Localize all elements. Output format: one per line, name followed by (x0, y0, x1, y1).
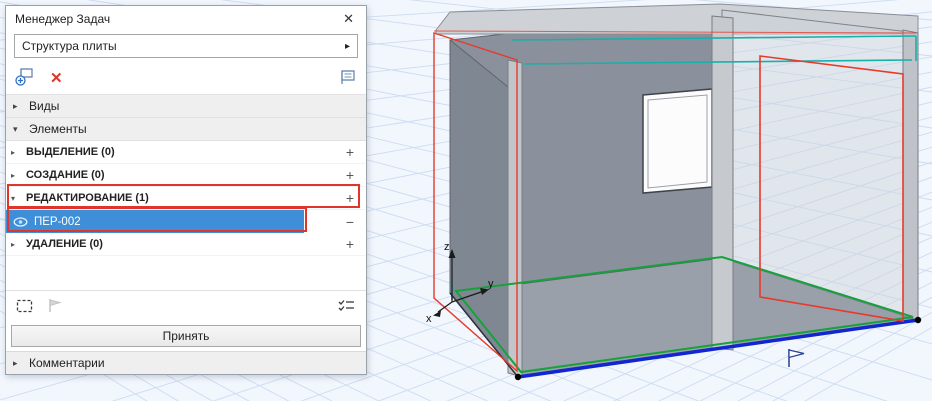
marquee-button[interactable] (16, 299, 33, 316)
chevron-down-icon: ▾ (13, 124, 22, 135)
panel-bottom-toolbar (6, 290, 366, 323)
task-type-icon (13, 216, 28, 228)
chevron-right-icon: ▸ (11, 171, 22, 180)
group-row-creation[interactable]: ▸ СОЗДАНИЕ (0) + (6, 164, 366, 187)
remove-minus-button[interactable]: − (343, 214, 357, 230)
axis-label-y: y (488, 278, 494, 290)
chevron-right-icon: ▸ (345, 41, 350, 52)
chevron-right-icon: ▸ (13, 358, 22, 369)
panel-title: Менеджер Задач (15, 12, 340, 26)
panel-titlebar: Менеджер Задач ✕ (6, 6, 366, 32)
left-front-post (508, 60, 522, 377)
group-row-selection[interactable]: ▸ ВЫДЕЛЕНИЕ (0) + (6, 141, 366, 164)
accept-button[interactable]: Принять (11, 325, 361, 347)
task-settings-icon (337, 68, 357, 86)
task-settings-button[interactable] (337, 68, 357, 89)
window-opening[interactable] (643, 89, 712, 193)
dropdown-value: Структура плиты (22, 39, 345, 53)
group-row-editing[interactable]: ▾ РЕДАКТИРОВАНИЕ (1) + (6, 187, 366, 210)
list-empty-area (6, 256, 366, 290)
task-row[interactable]: ПЕР-002 − (6, 210, 366, 233)
partition-post (712, 16, 733, 350)
vertex-dot[interactable] (515, 374, 521, 380)
section-label: Комментарии (29, 356, 105, 370)
marquee-icon (16, 299, 33, 313)
right-front-post (903, 30, 918, 320)
add-plus-button[interactable]: + (343, 144, 357, 160)
add-task-icon (15, 67, 35, 86)
section-views[interactable]: ▸ Виды (6, 95, 366, 118)
section-label: Виды (29, 99, 59, 113)
chevron-right-icon: ▸ (11, 148, 22, 157)
close-icon[interactable]: ✕ (340, 11, 357, 27)
model-room[interactable] (434, 4, 921, 380)
add-plus-button[interactable]: + (343, 167, 357, 183)
task-list: ▸ Виды ▾ Элементы ▸ ВЫДЕЛЕНИЕ (0) + ▸ СО… (6, 94, 366, 290)
list-settings-button[interactable] (337, 298, 356, 317)
task-label: ПЕР-002 (34, 216, 81, 228)
section-label: Элементы (29, 122, 87, 136)
axis-label-x: x (426, 313, 432, 325)
task-row-selected[interactable]: ПЕР-002 (6, 210, 304, 233)
panel-toolbar: ✕ (6, 62, 366, 94)
chevron-down-icon: ▾ (11, 194, 22, 203)
group-label: ВЫДЕЛЕНИЕ (0) (26, 146, 339, 158)
add-task-button[interactable] (15, 67, 35, 89)
group-label: УДАЛЕНИЕ (0) (26, 238, 339, 250)
pickup-flag-icon (46, 298, 64, 313)
vertex-dot[interactable] (915, 317, 921, 323)
add-plus-button[interactable]: + (343, 190, 357, 206)
pickup-button[interactable] (46, 298, 64, 316)
task-structure-dropdown[interactable]: Структура плиты ▸ (14, 34, 358, 58)
axis-label-z: z (444, 241, 450, 253)
section-comments[interactable]: ▸ Комментарии (6, 351, 366, 374)
task-manager-panel: Менеджер Задач ✕ Структура плиты ▸ ✕ (5, 5, 367, 375)
section-elements[interactable]: ▾ Элементы (6, 118, 366, 141)
chevron-right-icon: ▸ (13, 101, 22, 112)
add-plus-button[interactable]: + (343, 236, 357, 252)
accept-button-area: Принять (6, 323, 366, 351)
group-label: РЕДАКТИРОВАНИЕ (1) (26, 192, 339, 204)
checklist-icon (337, 298, 356, 314)
group-label: СОЗДАНИЕ (0) (26, 169, 339, 181)
group-row-deletion[interactable]: ▸ УДАЛЕНИЕ (0) + (6, 233, 366, 256)
chevron-right-icon: ▸ (11, 240, 22, 249)
delete-task-button[interactable]: ✕ (50, 71, 63, 86)
